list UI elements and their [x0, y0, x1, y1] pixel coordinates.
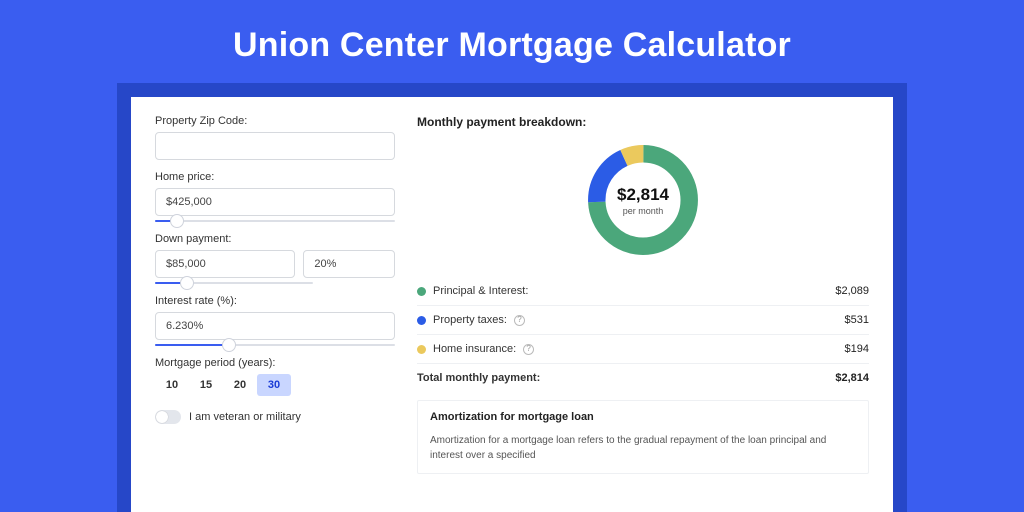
- veteran-row: I am veteran or military: [155, 410, 395, 424]
- breakdown-label: Principal & Interest:: [433, 285, 528, 297]
- veteran-toggle[interactable]: [155, 410, 181, 424]
- period-row: 10 15 20 30: [155, 374, 395, 396]
- home-price-slider[interactable]: [155, 220, 395, 222]
- page-title: Union Center Mortgage Calculator: [0, 0, 1024, 83]
- breakdown-row-taxes: Property taxes: ? $531: [417, 306, 869, 335]
- down-payment-pct-input[interactable]: [303, 250, 395, 278]
- slider-thumb[interactable]: [222, 338, 236, 352]
- home-price-input[interactable]: [155, 188, 395, 216]
- breakdown-label: Property taxes:: [433, 314, 507, 326]
- home-price-label: Home price:: [155, 171, 395, 183]
- zip-group: Property Zip Code:: [155, 115, 395, 160]
- period-label: Mortgage period (years):: [155, 357, 395, 369]
- zip-input[interactable]: [155, 132, 395, 160]
- toggle-knob: [156, 411, 168, 423]
- period-option-20[interactable]: 20: [223, 374, 257, 396]
- period-option-15[interactable]: 15: [189, 374, 223, 396]
- form-column: Property Zip Code: Home price: Down paym…: [155, 115, 395, 512]
- donut-chart-wrap: $2,814 per month: [417, 137, 869, 267]
- breakdown-row-principal: Principal & Interest: $2,089: [417, 277, 869, 306]
- slider-thumb[interactable]: [170, 214, 184, 228]
- breakdown-label: Home insurance:: [433, 343, 516, 355]
- info-icon[interactable]: ?: [514, 315, 525, 326]
- breakdown-total-value: $2,814: [835, 372, 869, 384]
- zip-label: Property Zip Code:: [155, 115, 395, 127]
- donut-center: $2,814 per month: [582, 139, 704, 261]
- breakdown-value: $194: [845, 343, 869, 355]
- swatch-icon: [417, 287, 426, 296]
- amortization-box: Amortization for mortgage loan Amortizat…: [417, 400, 869, 474]
- breakdown-title: Monthly payment breakdown:: [417, 115, 869, 129]
- swatch-icon: [417, 316, 426, 325]
- breakdown-row-insurance: Home insurance: ? $194: [417, 335, 869, 364]
- swatch-icon: [417, 345, 426, 354]
- calculator-stage: Property Zip Code: Home price: Down paym…: [117, 83, 907, 512]
- slider-thumb[interactable]: [180, 276, 194, 290]
- slider-fill: [155, 344, 229, 346]
- breakdown-value: $2,089: [835, 285, 869, 297]
- home-price-group: Home price:: [155, 171, 395, 222]
- period-option-10[interactable]: 10: [155, 374, 189, 396]
- interest-input[interactable]: [155, 312, 395, 340]
- donut-amount: $2,814: [617, 185, 669, 205]
- period-option-30[interactable]: 30: [257, 374, 291, 396]
- breakdown-list: Principal & Interest: $2,089 Property ta…: [417, 277, 869, 392]
- breakdown-total-label: Total monthly payment:: [417, 372, 540, 384]
- down-payment-input[interactable]: [155, 250, 295, 278]
- donut-chart: $2,814 per month: [582, 139, 704, 261]
- down-payment-slider[interactable]: [155, 282, 313, 284]
- info-icon[interactable]: ?: [523, 344, 534, 355]
- amortization-title: Amortization for mortgage loan: [430, 411, 856, 423]
- calculator-card: Property Zip Code: Home price: Down paym…: [131, 97, 893, 512]
- breakdown-row-total: Total monthly payment: $2,814: [417, 364, 869, 392]
- veteran-label: I am veteran or military: [189, 411, 301, 423]
- down-payment-group: Down payment:: [155, 233, 395, 284]
- amortization-body: Amortization for a mortgage loan refers …: [430, 433, 856, 463]
- interest-group: Interest rate (%):: [155, 295, 395, 346]
- donut-sub: per month: [623, 206, 664, 216]
- down-payment-label: Down payment:: [155, 233, 395, 245]
- breakdown-value: $531: [845, 314, 869, 326]
- interest-slider[interactable]: [155, 344, 395, 346]
- period-group: Mortgage period (years): 10 15 20 30: [155, 357, 395, 396]
- breakdown-column: Monthly payment breakdown: $2,814 per mo…: [417, 115, 869, 512]
- interest-label: Interest rate (%):: [155, 295, 395, 307]
